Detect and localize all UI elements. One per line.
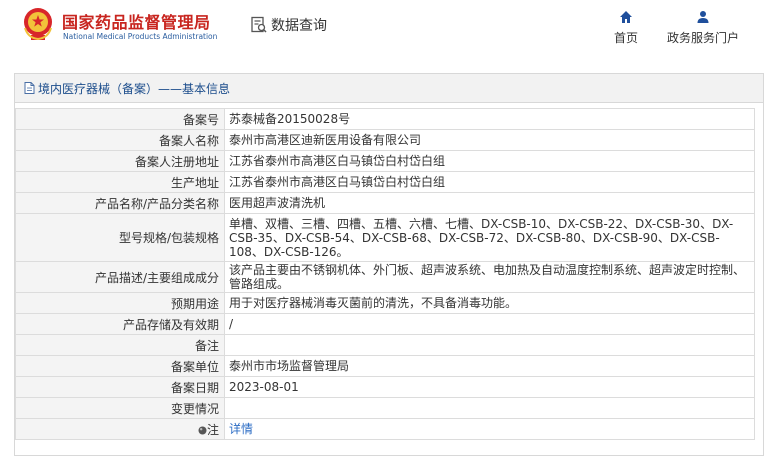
row-label: 备案人注册地址 — [15, 150, 225, 172]
row-value: 苏泰械备20150028号 — [224, 108, 755, 130]
row-value: 详情 — [224, 418, 755, 440]
record-table: 备案号 苏泰械备20150028号 备案人名称 泰州市高港区迪新医用设备有限公司… — [15, 108, 755, 440]
user-icon — [697, 11, 709, 23]
row-value — [224, 397, 755, 419]
row-value: 泰州市市场监督管理局 — [224, 355, 755, 377]
row-label: 产品描述/主要组成成分 — [15, 261, 225, 293]
row-label-text: 注 — [206, 422, 219, 437]
table-row: 型号规格/包装规格 单槽、双槽、三槽、四槽、五槽、六槽、七槽、DX-CSB-10… — [15, 213, 755, 262]
row-label: 生产地址 — [15, 171, 225, 193]
table-row: 变更情况 — [15, 397, 755, 419]
row-label: 变更情况 — [15, 397, 225, 419]
details-link[interactable]: 详情 — [229, 422, 253, 436]
data-query-link[interactable]: 数据查询 — [250, 15, 327, 35]
row-value: 医用超声波清洗机 — [224, 192, 755, 214]
row-value: 2023-08-01 — [224, 376, 755, 398]
table-row: 预期用途 用于对医疗器械消毒灭菌前的清洗，不具备消毒功能。 — [15, 292, 755, 314]
row-label: 备案日期 — [15, 376, 225, 398]
row-label: 备案人名称 — [15, 129, 225, 151]
table-row: 产品名称/产品分类名称 医用超声波清洗机 — [15, 192, 755, 214]
info-bullet-icon — [198, 426, 207, 434]
nav-home[interactable]: 首页 — [610, 10, 642, 46]
table-row: 产品描述/主要组成成分 该产品主要由不锈钢机体、外门板、超声波系统、电加热及自动… — [15, 261, 755, 293]
row-label: 产品名称/产品分类名称 — [15, 192, 225, 214]
row-label: 产品存储及有效期 — [15, 313, 225, 335]
data-query-label: 数据查询 — [271, 18, 327, 34]
table-row: 备案号 苏泰械备20150028号 — [15, 108, 755, 130]
table-row: 注 详情 — [15, 418, 755, 440]
table-row: 备案日期 2023-08-01 — [15, 376, 755, 398]
home-icon — [620, 11, 632, 23]
breadcrumb-text[interactable]: 境内医疗器械（备案）——基本信息 — [38, 80, 230, 97]
nav-gov-portal-label: 政务服务门户 — [666, 31, 739, 45]
row-label: 预期用途 — [15, 292, 225, 314]
row-label: 备注 — [15, 334, 225, 356]
row-value — [224, 334, 755, 356]
row-value: 该产品主要由不锈钢机体、外门板、超声波系统、电加热及自动温度控制系统、超声波定时… — [224, 261, 755, 293]
info-panel: 境内医疗器械（备案）——基本信息 备案号 苏泰械备20150028号 备案人名称… — [14, 73, 764, 456]
document-search-icon — [251, 16, 267, 33]
document-icon — [24, 82, 35, 94]
table-row: 备注 — [15, 334, 755, 356]
breadcrumb: 境内医疗器械（备案）——基本信息 — [15, 74, 763, 103]
nav-gov-portal[interactable]: 政务服务门户 — [662, 10, 744, 46]
row-label-note: 注 — [15, 418, 225, 440]
site-title-cn[interactable]: 国家药品监督管理局 — [62, 9, 211, 33]
table-row: 备案人名称 泰州市高港区迪新医用设备有限公司 — [15, 129, 755, 151]
row-value: 单槽、双槽、三槽、四槽、五槽、六槽、七槽、DX-CSB-10、DX-CSB-22… — [224, 213, 755, 262]
row-value: 用于对医疗器械消毒灭菌前的清洗，不具备消毒功能。 — [224, 292, 755, 314]
row-label: 备案号 — [15, 108, 225, 130]
row-value: / — [224, 313, 755, 335]
nav-home-label: 首页 — [613, 31, 638, 45]
table-row: 备案单位 泰州市市场监督管理局 — [15, 355, 755, 377]
site-title-en: National Medical Products Administration — [63, 32, 218, 41]
table-row: 产品存储及有效期 / — [15, 313, 755, 335]
row-value: 江苏省泰州市高港区白马镇岱白村岱白组 — [224, 171, 755, 193]
row-label: 型号规格/包装规格 — [15, 213, 225, 262]
national-emblem-icon[interactable] — [22, 6, 54, 42]
row-label: 备案单位 — [15, 355, 225, 377]
table-row: 生产地址 江苏省泰州市高港区白马镇岱白村岱白组 — [15, 171, 755, 193]
site-header: 国家药品监督管理局 National Medical Products Admi… — [0, 0, 765, 60]
table-row: 备案人注册地址 江苏省泰州市高港区白马镇岱白村岱白组 — [15, 150, 755, 172]
row-value: 江苏省泰州市高港区白马镇岱白村岱白组 — [224, 150, 755, 172]
row-value: 泰州市高港区迪新医用设备有限公司 — [224, 129, 755, 151]
